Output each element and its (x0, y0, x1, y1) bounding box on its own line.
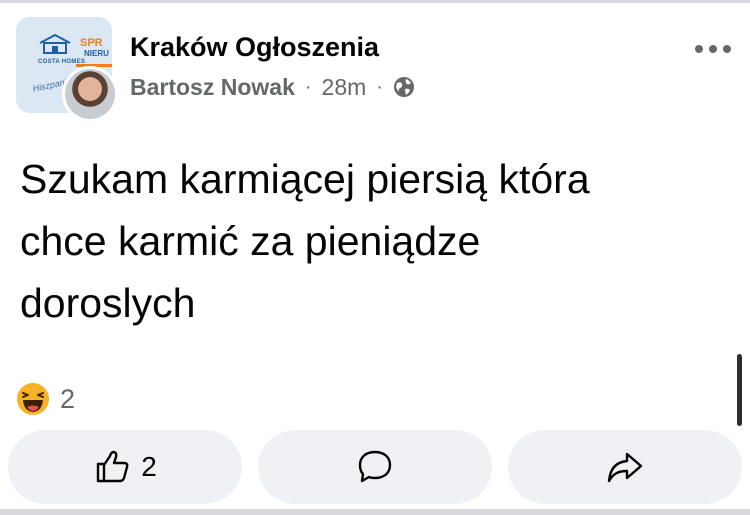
post-text-line: doroslych (20, 280, 196, 326)
like-button[interactable]: 2 (8, 430, 242, 504)
reaction-count: 2 (60, 383, 76, 414)
more-dot (695, 45, 703, 53)
globe-icon (393, 77, 414, 97)
author-avatar[interactable] (62, 66, 118, 122)
author-name[interactable]: Bartosz Nowak (130, 74, 295, 101)
scrollbar[interactable] (737, 354, 742, 426)
comment-icon (358, 450, 392, 483)
share-button[interactable] (508, 430, 742, 504)
post-text-line: chce karmić za pieniądze (20, 218, 481, 264)
haha-reaction-icon (17, 383, 49, 415)
post-text: Szukam karmiącej piersią która chce karm… (20, 148, 720, 334)
top-divider (0, 0, 750, 3)
post-text-line: Szukam karmiącej piersią która (20, 156, 590, 202)
share-icon (607, 452, 643, 483)
like-count: 2 (141, 451, 157, 482)
author-photo (65, 69, 115, 119)
meta-separator: · (376, 75, 383, 98)
post-actions: 2 (8, 430, 742, 504)
more-dot (709, 45, 717, 53)
more-options-button[interactable] (695, 42, 735, 56)
house-icon (39, 33, 71, 54)
thumbs-up-icon (97, 450, 129, 483)
more-dot (723, 45, 731, 53)
meta-separator: · (304, 75, 312, 98)
post-time[interactable]: 28m (322, 74, 367, 101)
reactions-summary[interactable]: 2 (16, 380, 75, 418)
post-meta: Bartosz Nowak · 28m · (130, 73, 415, 101)
comment-button[interactable] (258, 430, 492, 504)
group-avatar-text: SPR (80, 37, 103, 49)
group-name[interactable]: Kraków Ogłoszenia (130, 32, 379, 63)
group-avatar-subtext: NIERU (84, 49, 109, 58)
bottom-divider (0, 509, 750, 515)
